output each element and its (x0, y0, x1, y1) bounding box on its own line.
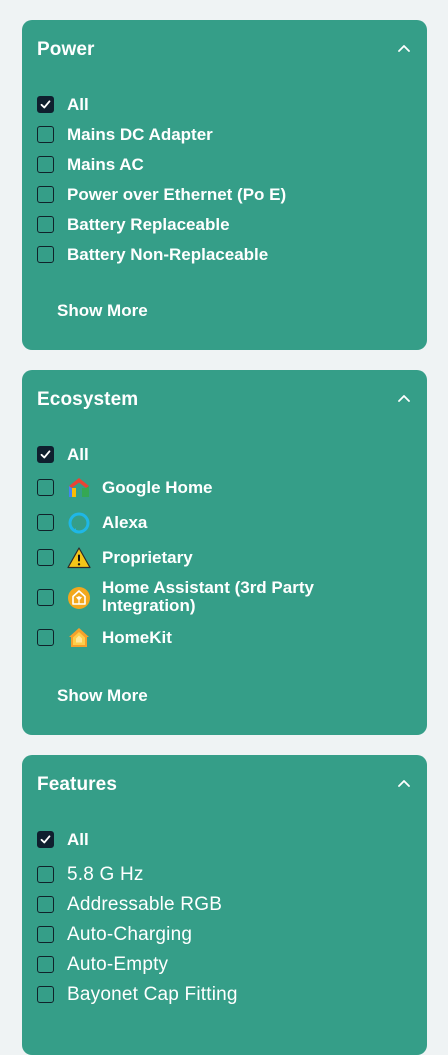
alexa-icon (68, 512, 90, 534)
features-option-5-8-ghz[interactable]: 5.8 G Hz (37, 864, 417, 886)
ecosystem-option-google-home[interactable]: Google Home (37, 477, 417, 499)
option-label: Power over Ethernet (Po E) (67, 185, 287, 204)
chevron-up-icon[interactable] (398, 44, 410, 52)
checkbox[interactable] (37, 629, 54, 646)
checkbox[interactable] (37, 549, 54, 566)
chevron-up-icon[interactable] (398, 394, 410, 402)
checkbox-checked[interactable] (37, 96, 54, 113)
ecosystem-filter-panel: Ecosystem All Google Home Alexa Propriet… (22, 370, 427, 735)
option-label: Home Assistant (3rd Party Integration) (102, 578, 314, 615)
power-option-all[interactable]: All (37, 94, 417, 116)
option-label: 5.8 G Hz (67, 864, 144, 885)
checkbox[interactable] (37, 956, 54, 973)
option-label: Battery Replaceable (67, 215, 230, 234)
power-panel-header[interactable]: Power (22, 20, 427, 80)
checkbox[interactable] (37, 186, 54, 203)
checkbox[interactable] (37, 479, 54, 496)
power-show-more-button[interactable]: Show More (57, 300, 148, 322)
power-option-battery-replaceable[interactable]: Battery Replaceable (37, 214, 417, 236)
power-option-mains-dc-adapter[interactable]: Mains DC Adapter (37, 124, 417, 146)
homekit-icon (69, 628, 89, 647)
ecosystem-option-homekit[interactable]: HomeKit (37, 627, 417, 649)
checkbox[interactable] (37, 926, 54, 943)
checkbox[interactable] (37, 216, 54, 233)
option-label: HomeKit (102, 628, 172, 647)
ecosystem-option-home-assistant[interactable]: Home Assistant (3rd Party Integration) (37, 579, 417, 615)
checkbox[interactable] (37, 986, 54, 1003)
power-option-battery-non-replaceable[interactable]: Battery Non-Replaceable (37, 244, 417, 266)
option-label: Auto-Charging (67, 924, 193, 945)
option-label: Mains DC Adapter (67, 125, 213, 144)
features-panel-title: Features (37, 774, 118, 795)
features-option-auto-charging[interactable]: Auto-Charging (37, 924, 417, 946)
checkbox[interactable] (37, 589, 54, 606)
power-option-poe[interactable]: Power over Ethernet (Po E) (37, 184, 417, 206)
option-label: Alexa (102, 513, 148, 532)
power-filter-panel: Power All Mains DC Adapter Mains AC Powe… (22, 20, 427, 350)
power-option-mains-ac[interactable]: Mains AC (37, 154, 417, 176)
option-label: Proprietary (102, 548, 193, 567)
chevron-up-icon[interactable] (398, 779, 410, 787)
ecosystem-option-proprietary[interactable]: Proprietary (37, 547, 417, 569)
checkbox[interactable] (37, 246, 54, 263)
home-assistant-icon (68, 587, 90, 609)
checkbox[interactable] (37, 126, 54, 143)
option-label: All (67, 95, 89, 114)
power-panel-title: Power (37, 39, 95, 60)
features-option-all[interactable]: All (37, 829, 417, 851)
option-label: Battery Non-Replaceable (67, 245, 269, 264)
features-filter-panel: Features All 5.8 G Hz Addressable RGB Au… (22, 755, 427, 1055)
checkbox-checked[interactable] (37, 446, 54, 463)
ecosystem-option-all[interactable]: All (37, 444, 417, 466)
warning-icon (67, 547, 91, 569)
features-option-addressable-rgb[interactable]: Addressable RGB (37, 894, 417, 916)
checkbox[interactable] (37, 896, 54, 913)
option-label: All (67, 830, 89, 849)
option-label: Bayonet Cap Fitting (67, 984, 238, 1005)
checkbox[interactable] (37, 514, 54, 531)
ecosystem-panel-title: Ecosystem (37, 389, 139, 410)
option-label: All (67, 445, 89, 464)
checkbox[interactable] (37, 866, 54, 883)
checkbox[interactable] (37, 156, 54, 173)
google-home-icon (69, 478, 89, 497)
ecosystem-panel-header[interactable]: Ecosystem (22, 370, 427, 430)
features-option-bayonet-cap-fitting[interactable]: Bayonet Cap Fitting (37, 984, 417, 1006)
option-label: Google Home (102, 478, 213, 497)
features-panel-header[interactable]: Features (22, 755, 427, 815)
ecosystem-show-more-button[interactable]: Show More (57, 685, 148, 707)
option-label: Auto-Empty (67, 954, 169, 975)
option-label: Mains AC (67, 155, 144, 174)
features-option-auto-empty[interactable]: Auto-Empty (37, 954, 417, 976)
checkbox-checked[interactable] (37, 831, 54, 848)
ecosystem-option-alexa[interactable]: Alexa (37, 512, 417, 534)
option-label: Addressable RGB (67, 894, 223, 915)
